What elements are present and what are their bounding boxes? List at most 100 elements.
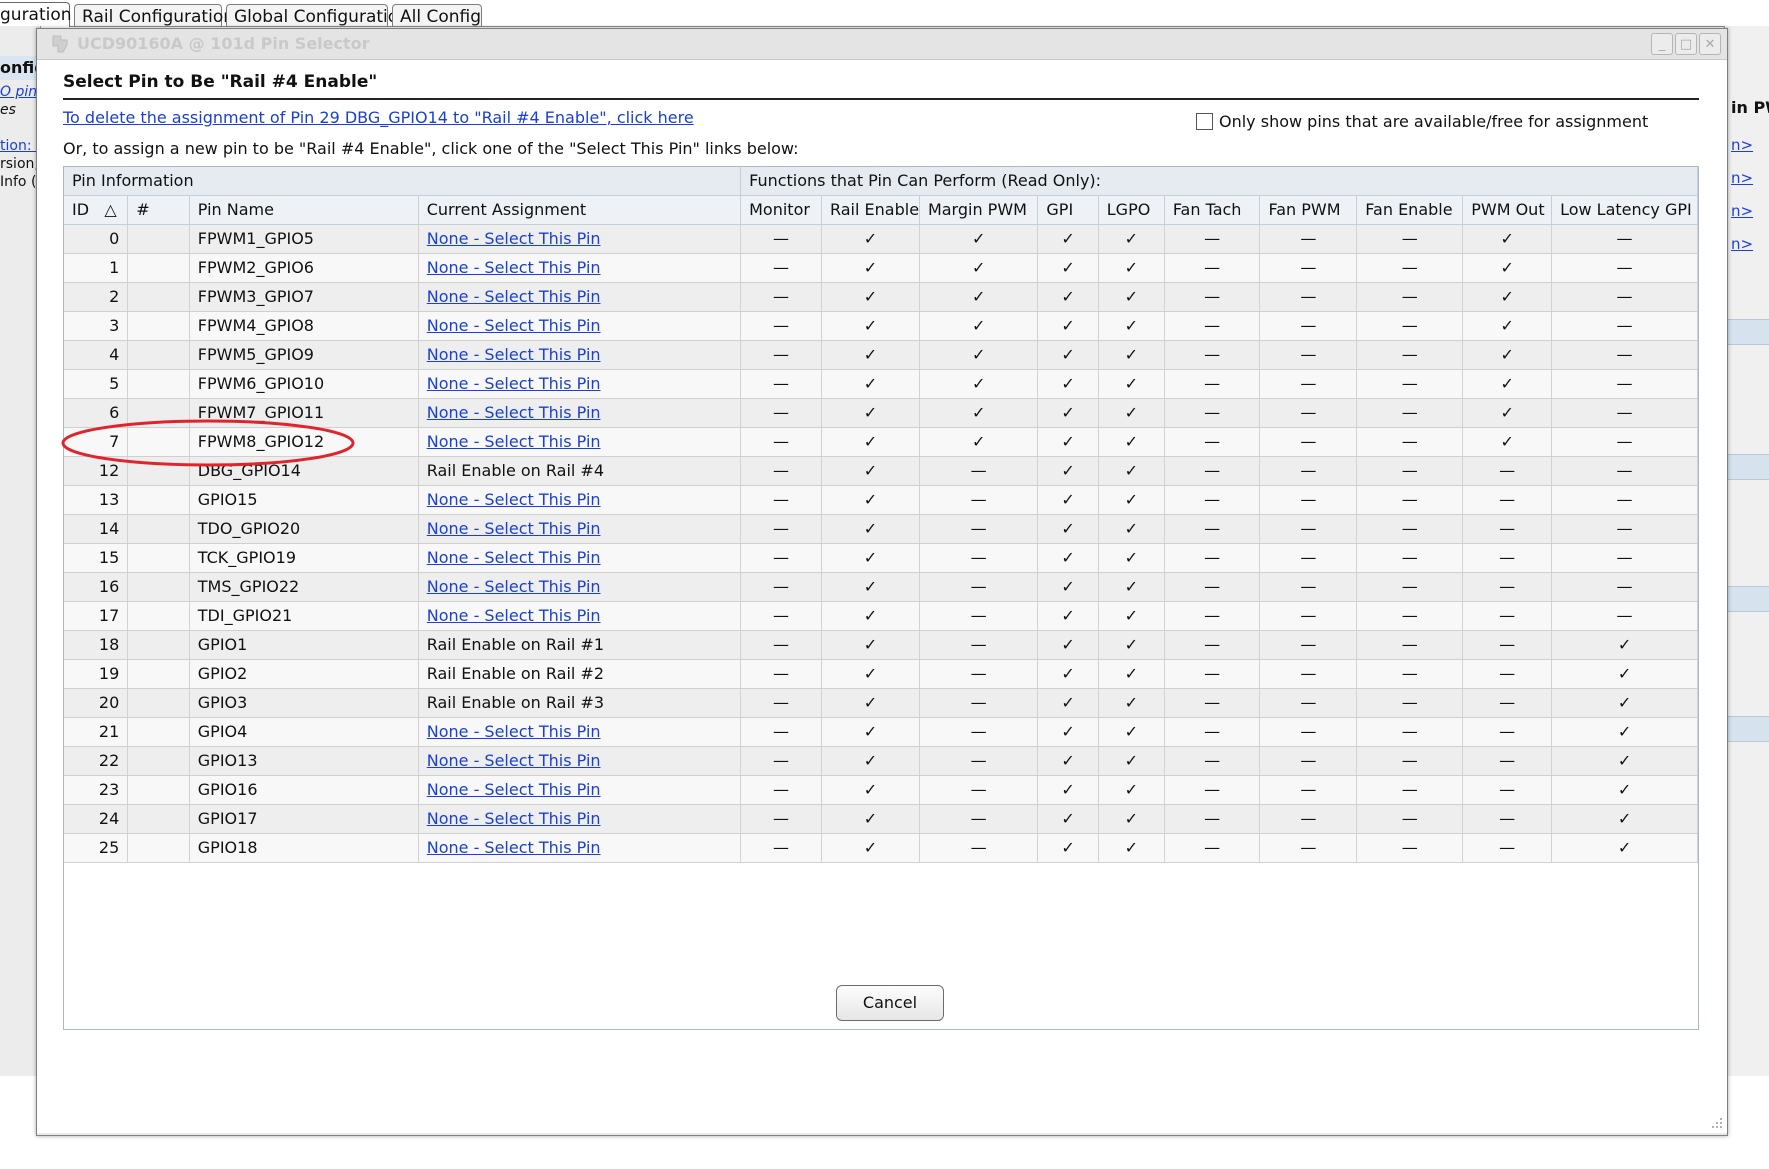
- resize-grip-icon[interactable]: [1711, 1117, 1723, 1129]
- column-header-fan-enable[interactable]: Fan Enable: [1356, 195, 1464, 225]
- tab-configuration[interactable]: guration: [0, 2, 72, 27]
- pin-id-cell: 16: [64, 572, 129, 602]
- pwm-out-capability-dash-icon: —: [1462, 688, 1553, 718]
- select-this-pin-link[interactable]: None - Select This Pin: [427, 577, 601, 596]
- tab-global-configuration[interactable]: Global Configuration: [226, 4, 409, 27]
- lgpo-capability-check-icon: ✓: [1098, 369, 1165, 399]
- column-header-number[interactable]: #: [127, 195, 190, 225]
- lgpo-capability-check-icon: ✓: [1098, 282, 1165, 312]
- column-header-id[interactable]: ID △: [64, 195, 129, 225]
- select-this-pin-link[interactable]: None - Select This Pin: [427, 229, 601, 248]
- fan-tach-capability-dash-icon: —: [1164, 775, 1261, 805]
- available-only-label: Only show pins that are available/free f…: [1219, 112, 1649, 131]
- pin-number-cell: [127, 224, 190, 254]
- right-panel-link[interactable]: n>: [1731, 235, 1753, 253]
- select-this-pin-link[interactable]: None - Select This Pin: [427, 519, 601, 538]
- fan-tach-capability-dash-icon: —: [1164, 311, 1261, 341]
- current-assignment-cell: None - Select This Pin: [418, 253, 742, 283]
- fan-tach-capability-dash-icon: —: [1164, 224, 1261, 254]
- pin-table: Pin Information Functions that Pin Can P…: [64, 167, 1698, 863]
- low-latency-gpi-capability-check-icon: ✓: [1551, 833, 1698, 863]
- column-header-current-assignment[interactable]: Current Assignment: [418, 195, 742, 225]
- maximize-icon[interactable]: □: [1675, 33, 1697, 55]
- available-only-checkbox[interactable]: [1196, 113, 1213, 130]
- current-assignment-cell: None - Select This Pin: [418, 746, 742, 776]
- gpi-capability-check-icon: ✓: [1037, 775, 1099, 805]
- column-header-low-latency-gpi[interactable]: Low Latency GPI: [1551, 195, 1698, 225]
- select-this-pin-link[interactable]: None - Select This Pin: [427, 606, 601, 625]
- pwm-out-capability-dash-icon: —: [1462, 804, 1553, 834]
- fan-pwm-capability-dash-icon: —: [1259, 398, 1358, 428]
- pwm-out-capability-check-icon: ✓: [1462, 253, 1553, 283]
- column-header-gpi[interactable]: GPI: [1037, 195, 1099, 225]
- select-this-pin-link[interactable]: None - Select This Pin: [427, 722, 601, 741]
- select-this-pin-link[interactable]: None - Select This Pin: [427, 490, 601, 509]
- select-this-pin-link[interactable]: None - Select This Pin: [427, 432, 601, 451]
- fan-tach-capability-dash-icon: —: [1164, 485, 1261, 515]
- rail-enable-capability-check-icon: ✓: [821, 572, 920, 602]
- fan-pwm-capability-dash-icon: —: [1259, 804, 1358, 834]
- pin-name-cell: GPIO18: [189, 833, 419, 863]
- left-panel-link[interactable]: O pin: [0, 84, 40, 100]
- rail-enable-capability-check-icon: ✓: [821, 224, 920, 254]
- column-header-fan-pwm[interactable]: Fan PWM: [1259, 195, 1358, 225]
- column-header-pin-name[interactable]: Pin Name: [189, 195, 419, 225]
- column-header-margin-pwm[interactable]: Margin PWM: [919, 195, 1039, 225]
- monitor-capability-dash-icon: —: [740, 282, 822, 312]
- rail-enable-capability-check-icon: ✓: [821, 311, 920, 341]
- pin-name-cell: GPIO15: [189, 485, 419, 515]
- right-panel-link[interactable]: n>: [1731, 169, 1753, 187]
- right-panel-link[interactable]: n>: [1731, 136, 1753, 154]
- select-this-pin-link[interactable]: None - Select This Pin: [427, 780, 601, 799]
- current-assignment-cell: None - Select This Pin: [418, 833, 742, 863]
- pin-table-container[interactable]: Pin Information Functions that Pin Can P…: [63, 166, 1699, 1030]
- column-header-fan-tach[interactable]: Fan Tach: [1164, 195, 1261, 225]
- rail-enable-capability-check-icon: ✓: [821, 369, 920, 399]
- lgpo-capability-check-icon: ✓: [1098, 659, 1165, 689]
- pwm-out-capability-check-icon: ✓: [1462, 282, 1553, 312]
- close-icon[interactable]: ✕: [1699, 33, 1721, 55]
- current-assignment-cell: None - Select This Pin: [418, 398, 742, 428]
- cancel-button[interactable]: Cancel: [836, 985, 944, 1021]
- fan-tach-capability-dash-icon: —: [1164, 659, 1261, 689]
- current-assignment-cell: None - Select This Pin: [418, 282, 742, 312]
- fan-enable-capability-dash-icon: —: [1356, 688, 1464, 718]
- column-header-pwm-out[interactable]: PWM Out: [1462, 195, 1553, 225]
- margin-pwm-capability-dash-icon: —: [919, 804, 1039, 834]
- select-this-pin-link[interactable]: None - Select This Pin: [427, 316, 601, 335]
- fan-tach-capability-dash-icon: —: [1164, 369, 1261, 399]
- margin-pwm-capability-check-icon: ✓: [919, 253, 1039, 283]
- select-this-pin-link[interactable]: None - Select This Pin: [427, 287, 601, 306]
- current-assignment-cell: None - Select This Pin: [418, 311, 742, 341]
- select-this-pin-link[interactable]: None - Select This Pin: [427, 403, 601, 422]
- column-header-rail-enable[interactable]: Rail Enable: [821, 195, 920, 225]
- select-this-pin-link[interactable]: None - Select This Pin: [427, 258, 601, 277]
- select-this-pin-link[interactable]: None - Select This Pin: [427, 345, 601, 364]
- delete-assignment-link[interactable]: To delete the assignment of Pin 29 DBG_G…: [63, 108, 694, 127]
- select-this-pin-link[interactable]: None - Select This Pin: [427, 751, 601, 770]
- select-this-pin-link[interactable]: None - Select This Pin: [427, 374, 601, 393]
- fan-enable-capability-dash-icon: —: [1356, 311, 1464, 341]
- right-panel-link[interactable]: n>: [1731, 202, 1753, 220]
- select-this-pin-link[interactable]: None - Select This Pin: [427, 548, 601, 567]
- column-header-lgpo[interactable]: LGPO: [1098, 195, 1165, 225]
- table-row: 16 TMS_GPIO22 None - Select This Pin — ✓ — ✓ ✓ —…: [64, 572, 1698, 602]
- fan-pwm-capability-dash-icon: —: [1259, 833, 1358, 863]
- tab-all-config[interactable]: All Config: [392, 4, 482, 27]
- tab-rail-configuration[interactable]: Rail Configuration: [74, 4, 234, 27]
- fan-tach-capability-dash-icon: —: [1164, 398, 1261, 428]
- minimize-icon[interactable]: _: [1651, 33, 1673, 55]
- table-row: 1 FPWM2_GPIO6 None - Select This Pin — ✓ ✓ ✓ ✓ —…: [64, 253, 1698, 283]
- fan-tach-capability-dash-icon: —: [1164, 514, 1261, 544]
- right-panel-band: [1725, 586, 1769, 612]
- margin-pwm-capability-dash-icon: —: [919, 543, 1039, 573]
- available-pins-filter[interactable]: Only show pins that are available/free f…: [1196, 112, 1648, 131]
- dialog-title-bar[interactable]: UCD90160A @ 101d Pin Selector _ □ ✕: [37, 29, 1727, 60]
- pin-number-cell: [127, 659, 190, 689]
- column-header-monitor[interactable]: Monitor: [740, 195, 822, 225]
- select-this-pin-link[interactable]: None - Select This Pin: [427, 809, 601, 828]
- current-assignment-cell: None - Select This Pin: [418, 572, 742, 602]
- select-this-pin-link[interactable]: None - Select This Pin: [427, 838, 601, 857]
- pin-id-cell: 2: [64, 282, 129, 312]
- table-row: 20 GPIO3 Rail Enable on Rail #3— ✓ — ✓ ✓ — — — — ✓: [64, 688, 1698, 718]
